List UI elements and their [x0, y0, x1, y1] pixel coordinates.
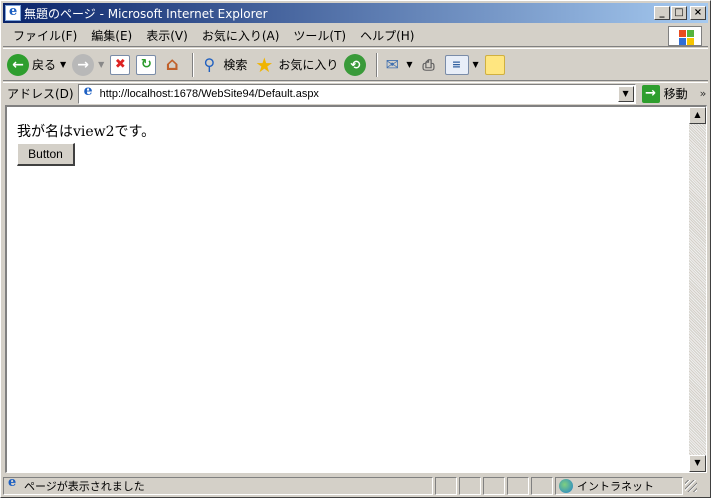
menu-favorites[interactable]: お気に入り(A)	[196, 27, 288, 44]
chevron-down-icon[interactable]: ▼	[406, 60, 412, 69]
edit-page-icon: ≡	[444, 54, 469, 75]
page-viewport: 我が名はview2です。 Button ▲ ▼	[5, 105, 707, 473]
printer-icon: ⎙	[422, 55, 435, 74]
toolbar-separator	[376, 52, 379, 77]
home-button[interactable]: ⌂	[162, 51, 182, 79]
status-main-pane: ページが表示されました	[3, 475, 433, 495]
history-button[interactable]: ⟲	[344, 51, 367, 79]
title-bar[interactable]: 無題のページ - Microsoft Internet Explorer _ □…	[3, 3, 708, 23]
caption-buttons: _ □ ×	[653, 6, 706, 20]
status-text: ページが表示されました	[24, 480, 145, 493]
go-button[interactable]: → 移動	[641, 84, 688, 103]
security-zone[interactable]: イントラネット	[555, 477, 683, 495]
chevron-down-icon[interactable]: ▼	[617, 85, 634, 102]
messenger-button[interactable]	[484, 51, 505, 79]
page-body: 我が名はview2です。 Button	[7, 107, 689, 472]
star-icon: ★	[255, 52, 274, 77]
chevron-down-icon[interactable]: ▼	[473, 60, 479, 69]
address-url[interactable]: http://localhost:1678/WebSite94/Default.…	[100, 88, 618, 100]
edit-button[interactable]: ≡ ▼	[444, 51, 479, 79]
back-button[interactable]: ← 戻る ▼	[7, 51, 66, 79]
standard-toolbar: ← 戻る ▼ → ▼ ✖ ↻ ⌂ ⚲ 検索 ★ お気に入り ⟲ ✉ ▼ ⎙ ≡ …	[3, 48, 708, 81]
status-bar: ページが表示されました イントラネット	[3, 475, 708, 496]
status-pane	[483, 477, 505, 495]
back-label: 戻る	[32, 58, 57, 72]
refresh-icon: ↻	[136, 54, 157, 75]
menu-tools[interactable]: ツール(T)	[287, 27, 354, 44]
intranet-icon	[559, 479, 573, 493]
print-button[interactable]: ⎙	[419, 51, 439, 79]
page-message: 我が名はview2です。	[17, 124, 156, 140]
mail-icon: ✉	[385, 55, 400, 74]
search-button[interactable]: ⚲ 検索	[198, 51, 247, 79]
address-bar: アドレス(D) http://localhost:1678/WebSite94/…	[3, 82, 708, 104]
address-label: アドレス(D)	[7, 87, 74, 101]
search-icon: ⚲	[203, 55, 216, 74]
resize-grip[interactable]	[685, 480, 697, 492]
vertical-scrollbar[interactable]: ▲ ▼	[689, 107, 706, 472]
chevron-down-icon[interactable]: ▼	[60, 60, 66, 69]
status-pane	[459, 477, 481, 495]
menu-file[interactable]: ファイル(F)	[7, 27, 85, 44]
scroll-down-button[interactable]: ▼	[689, 455, 706, 472]
note-icon	[484, 54, 505, 75]
close-button[interactable]: ×	[690, 6, 706, 20]
menu-bar: ファイル(F) 編集(E) 表示(V) お気に入り(A) ツール(T) ヘルプ(…	[3, 25, 708, 47]
back-arrow-icon: ←	[7, 53, 29, 76]
maximize-button[interactable]: □	[671, 6, 687, 20]
toolbar-separator	[192, 52, 195, 77]
windows-logo-icon	[668, 26, 702, 46]
forward-arrow-icon: →	[72, 53, 95, 76]
forward-button[interactable]: → ▼	[72, 51, 104, 79]
chevron-down-icon[interactable]: ▼	[98, 60, 104, 69]
menu-edit[interactable]: 編集(E)	[85, 27, 140, 44]
home-icon: ⌂	[165, 54, 179, 75]
page-button[interactable]: Button	[17, 143, 75, 166]
page-icon	[6, 475, 20, 493]
zone-label: イントラネット	[577, 480, 654, 493]
stop-icon: ✖	[110, 54, 131, 75]
scroll-up-button[interactable]: ▲	[689, 107, 706, 124]
page-icon	[81, 83, 97, 102]
menu-help[interactable]: ヘルプ(H)	[354, 27, 422, 44]
search-label: 検索	[223, 58, 248, 72]
go-arrow-icon: →	[641, 84, 660, 103]
stop-button[interactable]: ✖	[110, 51, 131, 79]
favorites-button[interactable]: ★ お気に入り	[253, 51, 338, 79]
favorites-label: お気に入り	[278, 58, 339, 72]
address-input[interactable]: http://localhost:1678/WebSite94/Default.…	[77, 83, 636, 104]
window-title: 無題のページ - Microsoft Internet Explorer	[24, 6, 268, 21]
ie-logo-icon	[5, 4, 21, 21]
mail-button[interactable]: ✉ ▼	[382, 51, 413, 79]
ie-window: 無題のページ - Microsoft Internet Explorer _ □…	[0, 0, 711, 498]
menu-view[interactable]: 表示(V)	[140, 27, 196, 44]
history-icon: ⟲	[344, 53, 367, 76]
go-label: 移動	[663, 87, 688, 101]
links-chevron[interactable]: »	[700, 87, 707, 100]
status-pane	[435, 477, 457, 495]
status-pane	[531, 477, 553, 495]
status-pane	[507, 477, 529, 495]
refresh-button[interactable]: ↻	[136, 51, 157, 79]
minimize-button[interactable]: _	[654, 6, 670, 20]
